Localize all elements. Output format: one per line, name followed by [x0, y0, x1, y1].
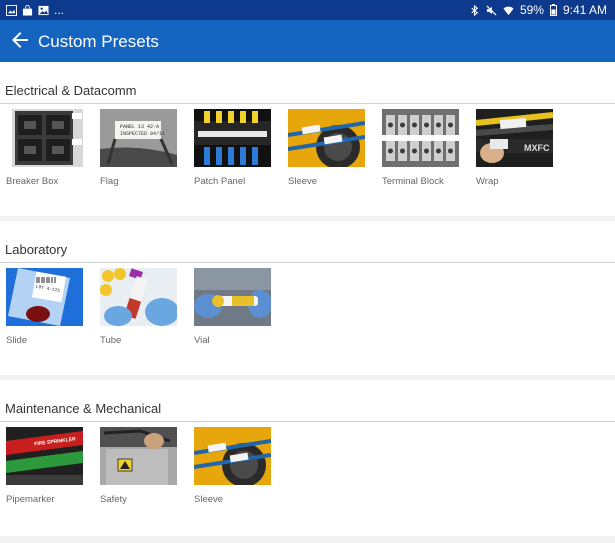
section-title: Laboratory [5, 242, 68, 257]
preset-safety[interactable]: Safety [100, 427, 178, 505]
section-maintenance-mechanical: Maintenance & Mechanical FIRE SPRINKLER … [0, 380, 615, 536]
preset-terminal-block[interactable]: Terminal Block [382, 109, 460, 187]
preset-slide[interactable]: LOT 4-125 Slide [6, 268, 84, 346]
arrow-back-icon [12, 32, 28, 48]
section-title: Electrical & Datacomm [5, 83, 137, 98]
preset-label: Wrap [476, 176, 499, 187]
section-divider [0, 421, 615, 422]
back-button[interactable] [8, 28, 34, 54]
section-laboratory: Laboratory LOT 4-125 Slide Tube Vial [0, 221, 615, 375]
pipemarker-thumbnail: FIRE SPRINKLER [6, 427, 83, 485]
shop-bag-icon [22, 4, 33, 16]
preset-wrap[interactable]: MXFC Wrap [476, 109, 554, 187]
mute-icon [486, 4, 497, 16]
flag-thumbnail: PANEL 13 42-A INSPECTED 04/11 [100, 109, 177, 167]
preset-label: Sleeve [288, 176, 318, 187]
picture-icon [38, 5, 49, 15]
preset-label: Pipemarker [6, 494, 55, 505]
slide-thumbnail: LOT 4-125 [6, 268, 83, 326]
preset-label: Safety [100, 494, 127, 505]
status-right: 59% 9:41 AM [469, 3, 607, 17]
page-title: Custom Presets [38, 32, 159, 51]
flag-label-line2: INSPECTED 04/11 [120, 131, 165, 137]
section-electrical-datacomm: Electrical & Datacomm Breaker Box PANEL … [0, 62, 615, 216]
preset-label: Tube [100, 335, 122, 346]
preset-vial[interactable]: Vial [194, 268, 272, 346]
wrap-thumbnail: MXFC [476, 109, 553, 167]
preset-label: Vial [194, 335, 210, 346]
flag-label-line1: PANEL 13 42-A [120, 124, 159, 130]
section-title: Maintenance & Mechanical [5, 401, 162, 416]
preset-sleeve-mechanical[interactable]: Sleeve [194, 427, 272, 505]
preset-label: Terminal Block [382, 176, 444, 187]
section-divider [0, 103, 615, 104]
preset-tube[interactable]: Tube [100, 268, 178, 346]
preset-label: Flag [100, 176, 119, 187]
patch-panel-thumbnail [194, 109, 271, 167]
status-left: ... [6, 3, 64, 17]
battery-percent: 59% [519, 3, 544, 17]
bluetooth-icon [471, 4, 479, 16]
notification-overflow: ... [54, 3, 65, 17]
preset-patch-panel[interactable]: Patch Panel [194, 109, 272, 187]
app-bar: Custom Presets [0, 20, 615, 62]
wifi-icon [503, 6, 514, 15]
battery-icon [549, 4, 557, 16]
preset-label: Breaker Box [6, 176, 59, 187]
terminal-block-thumbnail [382, 109, 459, 167]
preset-flag[interactable]: PANEL 13 42-A INSPECTED 04/11 Flag [100, 109, 178, 187]
clock: 9:41 AM [562, 3, 607, 17]
safety-thumbnail [100, 427, 177, 485]
sleeve-thumbnail [194, 427, 271, 485]
sleeve-thumbnail [288, 109, 365, 167]
tube-thumbnail [100, 268, 177, 326]
section-divider [0, 262, 615, 263]
preset-pipemarker[interactable]: FIRE SPRINKLER Pipemarker [6, 427, 84, 505]
preset-label: Slide [6, 335, 28, 346]
wrap-label-text: MXFC [524, 143, 550, 153]
status-bar: ... 59% 9:41 AM [0, 0, 615, 20]
breaker-box-thumbnail [6, 109, 83, 167]
preset-sleeve[interactable]: Sleeve [288, 109, 366, 187]
preset-label: Patch Panel [194, 176, 246, 187]
preset-breaker-box[interactable]: Breaker Box [6, 109, 84, 187]
gallery-icon [6, 4, 17, 16]
vial-thumbnail [194, 268, 271, 326]
preset-label: Sleeve [194, 494, 224, 505]
